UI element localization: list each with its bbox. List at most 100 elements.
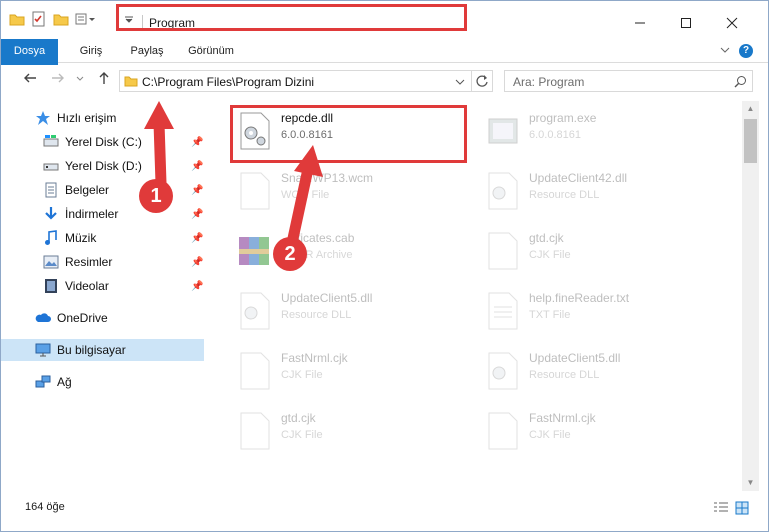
document-file-icon xyxy=(488,232,518,270)
file-item[interactable]: gtd.cjk CJK File xyxy=(479,223,714,277)
navigation-pane: Hızlı erişim Yerel Disk (C:) 📌 Yerel Dis… xyxy=(1,101,206,491)
sidebar-item-label: Yerel Disk (C:) xyxy=(65,135,142,149)
sidebar-item-videos[interactable]: Videolar 📌 xyxy=(1,275,204,297)
expand-ribbon-icon[interactable] xyxy=(719,44,731,56)
file-item[interactable]: gtd.cjk CJK File xyxy=(231,403,466,457)
tab-view[interactable]: Görünüm xyxy=(181,39,241,63)
file-type: Resource DLL xyxy=(281,309,352,321)
sidebar-item-local-disk-d[interactable]: Yerel Disk (D:) 📌 xyxy=(1,155,204,177)
file-item[interactable]: help.fineReader.txt TXT File xyxy=(479,283,714,337)
sidebar-item-label: Yerel Disk (D:) xyxy=(65,159,142,173)
sidebar-item-label: Müzik xyxy=(65,231,97,245)
address-separator xyxy=(471,71,472,91)
sidebar-item-label: Videolar xyxy=(65,279,109,293)
dll-file-icon xyxy=(488,172,518,210)
recent-locations-button[interactable] xyxy=(75,71,85,89)
refresh-icon[interactable] xyxy=(475,74,489,88)
sidebar-item-pictures[interactable]: Resimler 📌 xyxy=(1,251,204,273)
pin-icon[interactable]: 📌 xyxy=(191,233,203,244)
drive-icon xyxy=(43,135,59,147)
document-file-icon xyxy=(240,412,270,450)
pin-icon[interactable]: 📌 xyxy=(191,281,203,292)
sidebar-item-onedrive[interactable]: OneDrive xyxy=(1,307,204,329)
search-box[interactable]: Ara: Program xyxy=(504,70,753,92)
sidebar-item-network[interactable]: Ağ xyxy=(1,371,204,393)
file-type: CJK File xyxy=(281,369,323,381)
file-item[interactable]: FastNrml.cjk CJK File xyxy=(231,343,466,397)
pin-icon[interactable]: 📌 xyxy=(191,137,203,148)
arrow-right-icon xyxy=(52,73,64,83)
documents-icon xyxy=(45,182,57,198)
music-icon xyxy=(45,230,57,245)
tab-home[interactable]: Giriş xyxy=(69,39,113,63)
pin-icon[interactable]: 📌 xyxy=(191,161,203,172)
search-input[interactable]: Ara: Program xyxy=(513,75,584,89)
new-folder-icon[interactable] xyxy=(53,11,69,29)
file-item[interactable]: UpdateClient42.dll Resource DLL xyxy=(479,163,714,217)
vertical-scrollbar[interactable]: ▲ ▼ xyxy=(742,101,759,491)
file-item[interactable]: FastNrml.cjk CJK File xyxy=(479,403,714,457)
file-name: FastNrml.cjk xyxy=(281,351,348,365)
minimize-icon xyxy=(635,22,645,24)
close-button[interactable] xyxy=(709,9,755,37)
step-2-badge: 2 xyxy=(273,237,307,271)
pin-icon[interactable]: 📌 xyxy=(191,209,203,220)
sidebar-item-quick-access[interactable]: Hızlı erişim xyxy=(1,107,204,129)
pin-icon[interactable]: 📌 xyxy=(191,185,203,196)
sidebar-item-music[interactable]: Müzik 📌 xyxy=(1,227,204,249)
text-file-icon xyxy=(488,292,518,330)
file-item[interactable]: UpdateClient5.dll Resource DLL xyxy=(231,283,466,337)
dll-file-icon xyxy=(240,292,270,330)
minimize-button[interactable] xyxy=(617,9,663,37)
back-button[interactable] xyxy=(23,71,37,89)
scroll-thumb[interactable] xyxy=(744,119,757,163)
status-bar: 164 öğe xyxy=(1,493,768,531)
file-version: 6.0.0.8161 xyxy=(529,129,581,141)
scroll-down-icon[interactable]: ▼ xyxy=(742,475,759,491)
file-item-program-exe[interactable]: program.exe 6.0.0.8161 xyxy=(479,103,714,157)
tab-share[interactable]: Paylaş xyxy=(123,39,171,63)
address-path[interactable]: C:\Program Files\Program Dizini xyxy=(142,75,314,89)
folder-icon xyxy=(9,14,25,26)
pictures-icon xyxy=(43,255,59,269)
network-icon xyxy=(35,375,51,388)
up-button[interactable] xyxy=(97,71,111,89)
drive-icon xyxy=(43,163,59,171)
sidebar-item-local-disk-c[interactable]: Yerel Disk (C:) 📌 xyxy=(1,131,204,153)
search-icon[interactable] xyxy=(734,75,747,88)
file-type: Resource DLL xyxy=(529,369,600,381)
maximize-button[interactable] xyxy=(663,9,709,37)
document-file-icon xyxy=(240,352,270,390)
forward-button[interactable] xyxy=(51,71,65,89)
file-type: WCM File xyxy=(281,189,330,201)
file-item[interactable]: ...tificates.cab ...RAR Archive xyxy=(231,223,466,277)
ribbon-tabs: Dosya Giriş Paylaş Görünüm ? xyxy=(1,39,768,93)
chevron-down-icon xyxy=(76,76,84,81)
arrow-up-icon xyxy=(99,72,109,84)
file-name: program.exe xyxy=(529,111,597,125)
scroll-up-icon[interactable]: ▲ xyxy=(742,101,759,117)
file-name: Sna...WP13.wcm xyxy=(281,171,374,185)
properties-icon[interactable] xyxy=(31,11,47,29)
file-name: gtd.cjk xyxy=(281,411,316,425)
help-button[interactable]: ? xyxy=(739,44,753,58)
sidebar-item-downloads[interactable]: İndirmeler 📌 xyxy=(1,203,204,225)
chevron-down-icon[interactable] xyxy=(454,76,466,88)
large-icons-view-icon[interactable] xyxy=(735,501,751,515)
exe-file-icon xyxy=(488,118,518,144)
star-icon xyxy=(36,111,50,125)
folder-icon xyxy=(124,76,138,87)
document-file-icon xyxy=(488,412,518,450)
address-bar[interactable]: C:\Program Files\Program Dizini xyxy=(119,70,493,92)
document-file-icon xyxy=(240,172,270,210)
file-item[interactable]: UpdateClient5.dll Resource DLL xyxy=(479,343,714,397)
customize-toolbar-icon[interactable] xyxy=(75,11,97,29)
pin-icon[interactable]: 📌 xyxy=(191,257,203,268)
file-name: UpdateClient42.dll xyxy=(529,171,628,185)
details-view-icon[interactable] xyxy=(713,501,729,515)
download-icon xyxy=(45,207,57,220)
sidebar-item-documents[interactable]: Belgeler 📌 xyxy=(1,179,204,201)
file-item[interactable]: Sna...WP13.wcm WCM File xyxy=(231,163,466,217)
dll-file-icon xyxy=(488,352,518,390)
sidebar-item-this-pc[interactable]: Bu bilgisayar xyxy=(1,339,204,361)
